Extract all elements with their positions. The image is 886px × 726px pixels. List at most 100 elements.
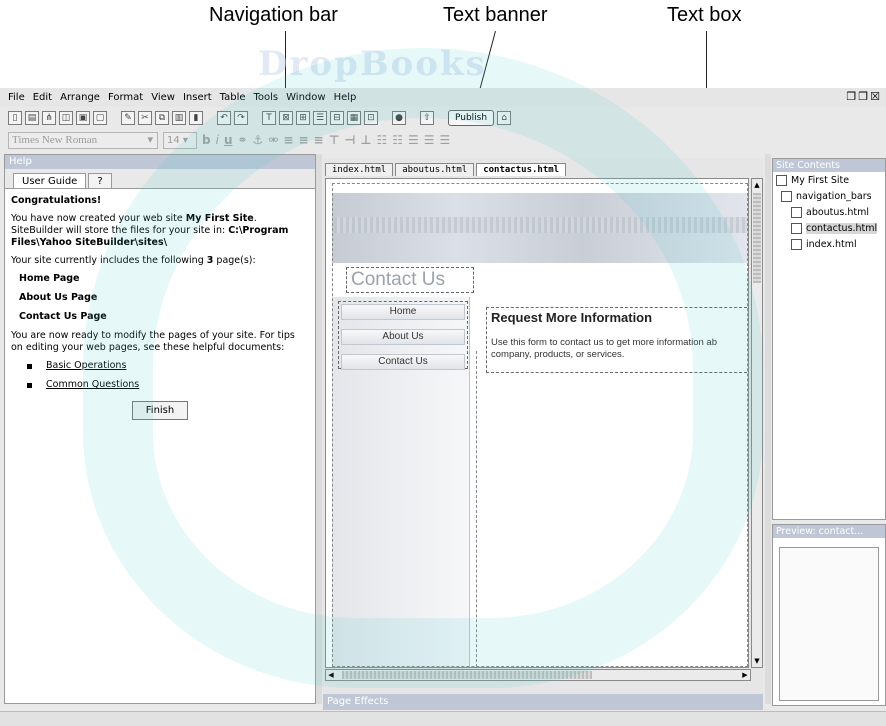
folder-icon bbox=[776, 174, 787, 186]
menu-window[interactable]: Window bbox=[286, 92, 325, 103]
font-size-value: 14 bbox=[167, 134, 180, 146]
publish-button[interactable]: Publish bbox=[448, 110, 495, 126]
site-contents-panel: Site Contents My First Site navigation_b… bbox=[772, 158, 886, 520]
tab-help-topics[interactable]: ? bbox=[88, 173, 112, 188]
site-structure-icon[interactable]: ⋔ bbox=[42, 111, 56, 125]
delete-icon[interactable]: ▮ bbox=[189, 111, 203, 125]
new-page-icon[interactable]: ▯ bbox=[8, 111, 22, 125]
tree-item-navigation-bars[interactable]: navigation_bars bbox=[773, 188, 885, 204]
underline-button[interactable]: u bbox=[224, 133, 233, 147]
main-toolbar: ▯ ▤ ⋔ ◫ ▣ ▢ ✎ ✂ ⧉ ▥ ▮ ↶ ↷ T ⊠ ⊞ ☰ ⊟ ▦ ⊡ … bbox=[0, 107, 886, 129]
upload-icon[interactable]: ⇧ bbox=[420, 111, 434, 125]
insert-media-icon[interactable]: ⊡ bbox=[364, 111, 378, 125]
redo-icon[interactable]: ↷ bbox=[234, 111, 248, 125]
text-banner[interactable]: Contact Us bbox=[346, 267, 474, 293]
menu-file[interactable]: File bbox=[8, 92, 25, 103]
tree-item-contactus[interactable]: contactus.html bbox=[773, 220, 885, 236]
new-site-icon[interactable]: ▤ bbox=[25, 111, 39, 125]
tree-item-site[interactable]: My First Site bbox=[773, 172, 885, 188]
italic-button[interactable]: i bbox=[216, 133, 219, 147]
menu-help[interactable]: Help bbox=[334, 92, 357, 103]
numbered-list-icon[interactable]: ☷ bbox=[392, 133, 403, 147]
page-list-item: Home Page bbox=[19, 273, 80, 284]
page-preview-thumbnail[interactable] bbox=[779, 547, 879, 701]
tab-contactus-html[interactable]: contactus.html bbox=[476, 163, 567, 176]
text-box-callout: Text box bbox=[667, 4, 742, 26]
vertical-scrollbar[interactable]: ▲ ▼ bbox=[751, 178, 763, 668]
scroll-up-icon[interactable]: ▲ bbox=[752, 179, 762, 191]
menu-arrange[interactable]: Arrange bbox=[60, 92, 100, 103]
menu-insert[interactable]: Insert bbox=[183, 92, 212, 103]
tab-index-html[interactable]: index.html bbox=[325, 163, 394, 176]
preview-title: Preview: contact... bbox=[773, 525, 885, 538]
page-canvas[interactable]: Contact Us Home About Us Contact Us Requ… bbox=[325, 178, 749, 668]
text-box[interactable]: Request More Information Use this form t… bbox=[486, 307, 748, 373]
insert-button-icon[interactable]: ⊟ bbox=[330, 111, 344, 125]
valign-top-icon[interactable]: ⊤ bbox=[329, 133, 340, 147]
navigation-bar[interactable]: Home About Us Contact Us bbox=[338, 301, 468, 370]
edit-icon[interactable]: ✎ bbox=[121, 111, 135, 125]
home-icon[interactable]: ⌂ bbox=[497, 111, 512, 125]
bold-button[interactable]: b bbox=[202, 133, 211, 147]
nav-button-about-us[interactable]: About Us bbox=[341, 329, 465, 345]
indent-icon[interactable]: ☰ bbox=[424, 133, 435, 147]
menu-view[interactable]: View bbox=[151, 92, 175, 103]
undo-icon[interactable]: ↶ bbox=[217, 111, 231, 125]
help-panel-splitter[interactable] bbox=[316, 154, 322, 704]
globe-icon[interactable]: ● bbox=[392, 111, 406, 125]
menu-bar: File Edit Arrange Format View Insert Tab… bbox=[0, 88, 886, 107]
font-size-select[interactable]: 14 ▾ bbox=[163, 131, 197, 149]
align-center-icon[interactable]: ≡ bbox=[298, 133, 308, 147]
list-style-icon[interactable]: ☰ bbox=[440, 133, 451, 147]
outdent-icon[interactable]: ☰ bbox=[408, 133, 419, 147]
insert-text-icon[interactable]: T bbox=[262, 111, 276, 125]
vertical-scroll-thumb[interactable] bbox=[753, 193, 761, 283]
cut-icon[interactable]: ✂ bbox=[138, 111, 152, 125]
tab-aboutus-html[interactable]: aboutus.html bbox=[395, 163, 475, 176]
page-outline bbox=[332, 183, 748, 667]
preview-icon[interactable]: ▢ bbox=[93, 111, 107, 125]
nav-button-home[interactable]: Home bbox=[341, 304, 465, 320]
menu-tools[interactable]: Tools bbox=[254, 92, 279, 103]
insert-grid-icon[interactable]: ▦ bbox=[347, 111, 361, 125]
unlink-icon[interactable]: ⚮ bbox=[268, 133, 278, 147]
horizontal-scrollbar[interactable]: ◀ ▶ bbox=[325, 669, 751, 681]
tree-item-index[interactable]: index.html bbox=[773, 236, 885, 252]
menu-table[interactable]: Table bbox=[220, 92, 246, 103]
align-right-icon[interactable]: ≡ bbox=[314, 133, 324, 147]
copy-icon[interactable]: ⧉ bbox=[155, 111, 169, 125]
valign-bottom-icon[interactable]: ⊥ bbox=[361, 133, 372, 147]
insert-form-icon[interactable]: ☰ bbox=[313, 111, 327, 125]
window-controls[interactable]: ❐❐☒ bbox=[846, 90, 882, 103]
format-toolbar: Times New Roman ▾ 14 ▾ b i u ⚭ ⚓ ⚮ ≡ ≡ ≡ … bbox=[0, 129, 886, 151]
tab-user-guide[interactable]: User Guide bbox=[13, 173, 87, 188]
scroll-right-icon[interactable]: ▶ bbox=[740, 669, 750, 681]
anchor-icon[interactable]: ⚓ bbox=[253, 133, 264, 147]
help-created-text: You have now created your web site My Fi… bbox=[11, 213, 289, 248]
nav-button-contact-us[interactable]: Contact Us bbox=[341, 354, 465, 370]
valign-middle-icon[interactable]: ⊣ bbox=[345, 133, 356, 147]
scroll-down-icon[interactable]: ▼ bbox=[752, 655, 762, 667]
paste-icon[interactable]: ▥ bbox=[172, 111, 186, 125]
bullet-icon bbox=[27, 363, 32, 369]
open-icon[interactable]: ◫ bbox=[59, 111, 73, 125]
bullet-list-icon[interactable]: ☷ bbox=[376, 133, 387, 147]
menu-edit[interactable]: Edit bbox=[33, 92, 52, 103]
page-effects-bar[interactable]: Page Effects bbox=[323, 694, 763, 710]
font-family-select[interactable]: Times New Roman ▾ bbox=[8, 131, 158, 149]
tree-item-aboutus[interactable]: aboutus.html bbox=[773, 204, 885, 220]
align-left-icon[interactable]: ≡ bbox=[283, 133, 293, 147]
insert-image-icon[interactable]: ⊠ bbox=[279, 111, 293, 125]
finish-button[interactable]: Finish bbox=[132, 401, 188, 420]
horizontal-scroll-thumb[interactable] bbox=[342, 671, 592, 679]
page-icon bbox=[791, 238, 802, 250]
site-panel-splitter[interactable] bbox=[765, 154, 771, 704]
insert-table-icon[interactable]: ⊞ bbox=[296, 111, 310, 125]
text-box-heading: Request More Information bbox=[491, 310, 653, 325]
save-icon[interactable]: ▣ bbox=[76, 111, 90, 125]
menu-format[interactable]: Format bbox=[108, 92, 143, 103]
link-icon[interactable]: ⚭ bbox=[237, 133, 247, 147]
common-questions-link[interactable]: Common Questions bbox=[46, 379, 139, 391]
basic-operations-link[interactable]: Basic Operations bbox=[46, 360, 126, 372]
scroll-left-icon[interactable]: ◀ bbox=[326, 669, 336, 681]
